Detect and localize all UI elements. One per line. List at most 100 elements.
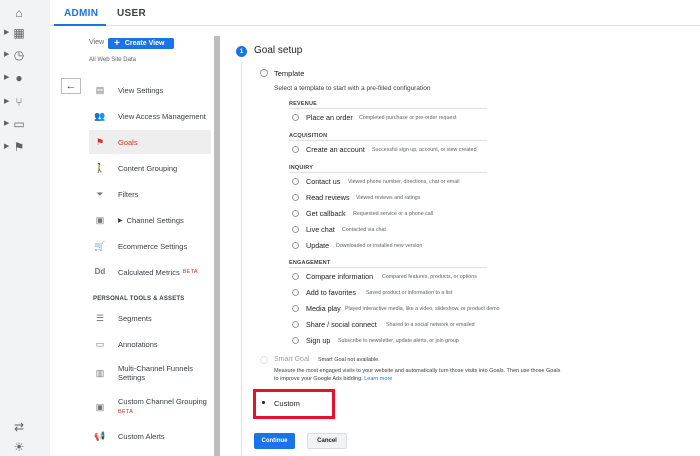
option-description: Contacted via chat [342,227,386,233]
goal-setup-content: 1 Goal setup Template Select a template … [236,26,700,456]
template-option-get-callback[interactable]: Get callback Requested service or a phon… [292,208,512,220]
learn-more-link[interactable]: Learn more [364,376,392,382]
create-view-button[interactable]: + Create View [108,38,174,49]
smart-goal-text: Measure the most engaged visits to your … [274,368,561,382]
option-label: Media play [306,304,341,313]
option-label: Add to favorites [306,288,356,297]
custom-label: Custom [274,399,300,408]
segments-icon: ☰ [95,313,105,323]
menu-item-label: Channel Settings [126,215,184,225]
dashboard-icon[interactable]: ▦ [12,26,26,40]
section-personal-tools: PERSONAL TOOLS & ASSETS [93,296,185,302]
template-option-read-reviews[interactable]: Read reviews Viewed reviews and ratings [292,192,512,204]
option-label: Get callback [306,209,346,218]
annotation-icon: ▭ [95,339,105,349]
radio-button[interactable] [292,242,299,249]
option-label: Share / social connect [306,320,377,329]
people-icon: 👥 [94,111,106,121]
beta-badge: BETA [118,409,134,415]
left-panel-scrollbar[interactable] [214,36,220,456]
caret-right-icon: ▶ [4,29,10,36]
caret-right-icon: ▶ [4,143,10,150]
menu-item-custom-channel-grouping[interactable]: ▣ Custom Channel Grouping BETA [89,392,211,422]
menu-item-annotations[interactable]: ▭ Annotations [89,332,211,356]
custom-radio[interactable] [260,399,268,407]
attribution-icon[interactable]: ⇄ [12,420,26,434]
menu-item-goals[interactable]: ⚑ Goals [89,130,211,154]
megaphone-icon: 📢 [94,431,106,441]
category-inquiry: INQUIRY [289,165,314,171]
menu-item-view-access[interactable]: 👥 View Access Management [89,104,211,128]
option-description: Compared features, products, or options [382,274,477,280]
menu-item-label: Ecommerce Settings [118,241,188,251]
option-description: Completed purchase or pre-order request [359,115,457,121]
smart-goal-radio [260,356,268,364]
template-option-update[interactable]: Update Downloaded or installed new versi… [292,240,512,252]
back-arrow-button[interactable]: ← [61,78,81,94]
menu-item-mcf-settings[interactable]: ▥ Multi-Channel Funnels Settings [89,358,211,388]
cancel-button[interactable]: Cancel [307,433,347,449]
menu-item-content-grouping[interactable]: 🚶 Content Grouping [89,156,211,180]
option-label: Read reviews [306,193,350,202]
continue-button[interactable]: Continue [254,433,295,449]
option-label: Create an account [306,145,365,154]
option-label: Sign up [306,336,331,345]
home-icon[interactable]: ⌂ [12,6,26,20]
radio-button[interactable] [292,289,299,296]
template-option-create-account[interactable]: Create an account Successful sign up, ac… [292,144,512,156]
radio-button[interactable] [292,194,299,201]
template-option-add-to-favorites[interactable]: Add to favorites Saved product or inform… [292,287,512,299]
tab-user[interactable]: USER [117,8,146,19]
menu-item-label: View Settings [118,85,164,95]
behavior-icon[interactable]: ▭ [12,117,26,131]
template-option-live-chat[interactable]: Live chat Contacted via chat [292,224,512,236]
menu-item-ecommerce[interactable]: 🛒 Ecommerce Settings [89,234,211,258]
divider [289,267,487,268]
radio-button[interactable] [292,321,299,328]
radio-button[interactable] [292,210,299,217]
tab-admin[interactable]: ADMIN [64,8,98,19]
option-label: Update [306,241,330,250]
radio-button[interactable] [292,146,299,153]
radio-button[interactable] [292,337,299,344]
menu-item-label: Annotations [118,339,158,349]
template-option-place-order[interactable]: Place an order Completed purchase or pre… [292,112,512,124]
menu-item-view-settings[interactable]: ▤ View Settings [89,78,211,102]
clock-icon[interactable]: ◷ [12,48,26,62]
step-connector-line [241,62,242,456]
caret-right-icon: ▶ [4,98,10,105]
goal-setup-title: Goal setup [254,45,303,56]
lightbulb-icon[interactable]: ☀ [12,440,26,454]
template-option-compare-information[interactable]: Compare information Compared features, p… [292,271,512,283]
template-option-sign-up[interactable]: Sign up Subscribe to newsletter, update … [292,335,512,347]
template-radio[interactable] [260,69,268,77]
option-label: Compare information [306,272,374,281]
radio-button[interactable] [292,305,299,312]
option-label: Place an order [306,113,353,122]
template-option-media-play[interactable]: Media play Played interactive media, lik… [292,303,512,315]
person-icon[interactable]: ● [12,71,26,85]
menu-item-segments[interactable]: ☰ Segments [89,306,211,330]
plus-icon: + [114,37,120,49]
beta-badge: BETA [182,269,198,275]
flag-icon[interactable]: ⚑ [12,140,26,154]
admin-user-tabs: ADMIN USER [50,0,700,26]
caret-right-icon: ▶ [4,120,10,127]
menu-item-label: Custom Channel Grouping [118,397,207,406]
funnel-icon: ⏷ [96,189,104,199]
template-option-share-social[interactable]: Share / social connect Shared to a socia… [292,319,512,331]
radio-button[interactable] [292,114,299,121]
radio-button[interactable] [292,178,299,185]
category-engagement: ENGAGEMENT [289,260,331,266]
template-description: Select a template to start with a pre-fi… [274,85,431,92]
radio-button[interactable] [292,273,299,280]
menu-item-calculated-metrics[interactable]: Dd Calculated Metrics BETA [89,260,211,284]
option-description: Played interactive media, like a video, … [345,306,500,312]
radio-button[interactable] [292,226,299,233]
acquisition-icon[interactable]: ⑂ [12,95,26,109]
menu-item-custom-alerts[interactable]: 📢 Custom Alerts [89,424,211,448]
menu-item-channel-settings[interactable]: ▣ ▶ Channel Settings [89,208,211,232]
menu-item-filters[interactable]: ⏷ Filters [89,182,211,206]
template-option-contact-us[interactable]: Contact us Viewed phone number, directio… [292,176,512,188]
category-acquisition: ACQUISITION [289,133,328,139]
